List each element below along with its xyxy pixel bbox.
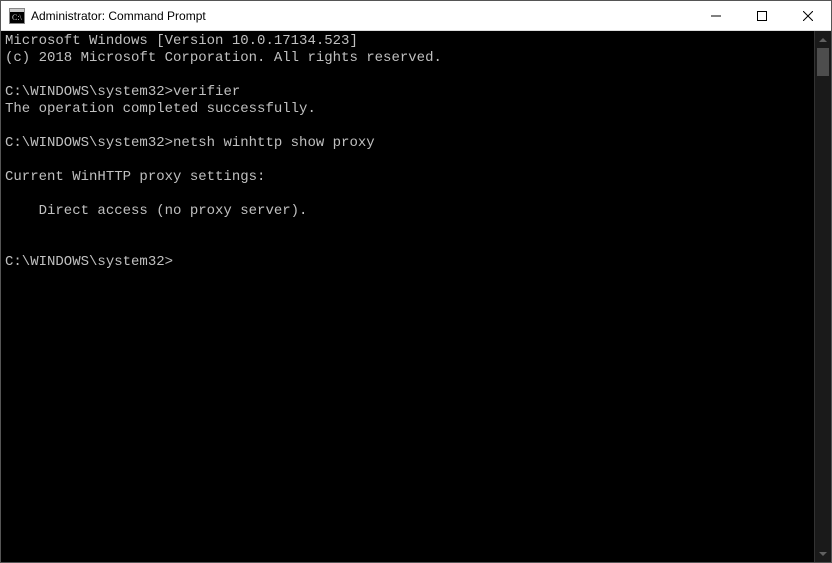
window-title: Administrator: Command Prompt	[31, 9, 693, 23]
command-prompt-window: C:\ Administrator: Command Prompt Micros…	[0, 0, 832, 563]
window-controls	[693, 1, 831, 30]
scrollbar-thumb[interactable]	[817, 48, 829, 76]
terminal-command: verifier	[173, 84, 240, 100]
terminal-line: Current WinHTTP proxy settings:	[5, 169, 265, 185]
terminal-output[interactable]: Microsoft Windows [Version 10.0.17134.52…	[1, 31, 814, 562]
svg-text:C:\: C:\	[12, 13, 23, 22]
terminal-prompt: C:\WINDOWS\system32>	[5, 84, 173, 100]
minimize-button[interactable]	[693, 1, 739, 30]
scrollbar-track[interactable]	[815, 48, 831, 545]
maximize-button[interactable]	[739, 1, 785, 30]
terminal-command: netsh winhttp show proxy	[173, 135, 375, 151]
scrollbar[interactable]	[814, 31, 831, 562]
terminal-prompt: C:\WINDOWS\system32>	[5, 135, 173, 151]
scrollbar-up-icon[interactable]	[815, 31, 831, 48]
terminal-area: Microsoft Windows [Version 10.0.17134.52…	[1, 31, 831, 562]
terminal-line: Direct access (no proxy server).	[5, 203, 307, 219]
terminal-line: The operation completed successfully.	[5, 101, 316, 117]
titlebar[interactable]: C:\ Administrator: Command Prompt	[1, 1, 831, 31]
terminal-line: Microsoft Windows [Version 10.0.17134.52…	[5, 33, 358, 49]
cmd-icon: C:\	[9, 8, 25, 24]
terminal-prompt: C:\WINDOWS\system32>	[5, 254, 173, 270]
scrollbar-down-icon[interactable]	[815, 545, 831, 562]
terminal-line: (c) 2018 Microsoft Corporation. All righ…	[5, 50, 442, 66]
close-button[interactable]	[785, 1, 831, 30]
